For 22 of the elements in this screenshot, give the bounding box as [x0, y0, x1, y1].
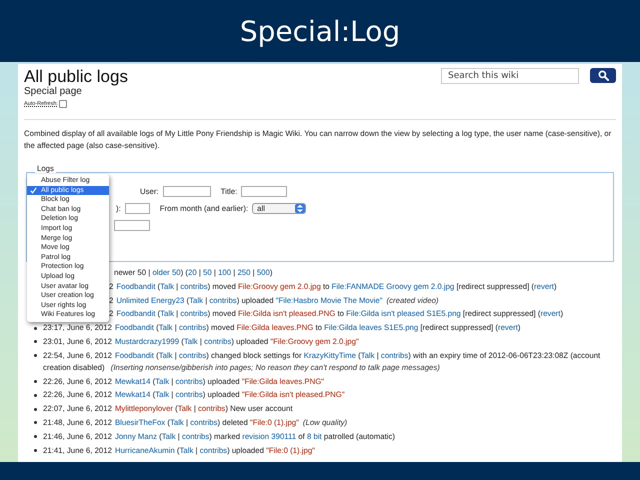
year-field[interactable] [124, 203, 150, 214]
bullet-icon [34, 326, 37, 330]
slide-title: Special:Log [240, 14, 400, 48]
bullet-icon [34, 394, 37, 397]
title-field[interactable] [241, 186, 288, 197]
search-icon [598, 70, 608, 81]
bullet-icon [34, 449, 37, 452]
bullet-icon [34, 354, 37, 358]
user-field[interactable] [162, 186, 211, 197]
bullet-icon [34, 421, 37, 424]
auto-refresh-checkbox[interactable] [58, 100, 67, 108]
search-button[interactable] [590, 68, 616, 83]
bullet-icon [34, 435, 37, 438]
check-icon [30, 186, 37, 194]
stepper-icon [295, 204, 306, 213]
page-subtitle: Special page [24, 86, 83, 98]
bullet-icon [34, 340, 37, 344]
bullet-icon [34, 380, 37, 384]
tag-field[interactable] [114, 220, 150, 231]
bullet-icon [34, 408, 37, 411]
page-heading: All public logs [24, 68, 128, 86]
search-field[interactable]: Search this wiki [441, 68, 579, 84]
